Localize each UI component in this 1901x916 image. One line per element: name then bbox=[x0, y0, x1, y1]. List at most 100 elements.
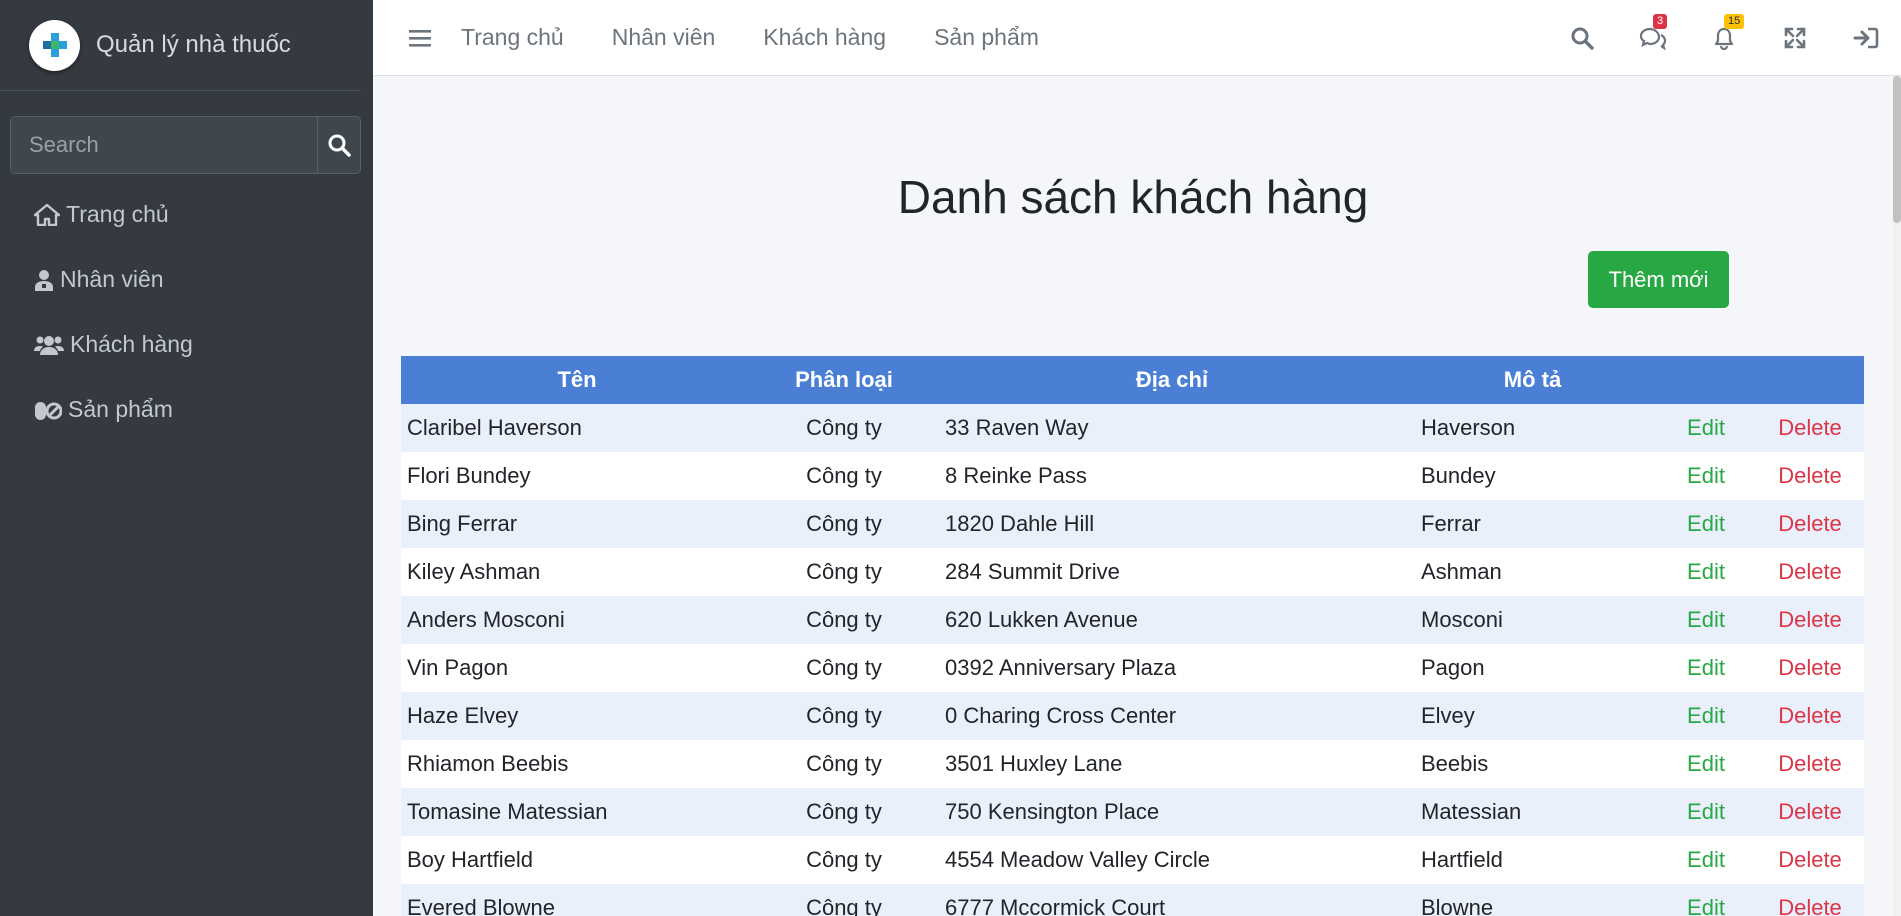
table-row: Tomasine Matessian Công ty 750 Kensingto… bbox=[401, 788, 1864, 836]
cell-description: Ashman bbox=[1409, 548, 1656, 596]
cell-type: Công ty bbox=[753, 692, 935, 740]
notifications-button[interactable]: 15 bbox=[1688, 14, 1759, 50]
cell-type: Công ty bbox=[753, 644, 935, 692]
add-new-button[interactable]: Thêm mới bbox=[1588, 251, 1729, 308]
cell-name: Evered Blowne bbox=[401, 884, 753, 916]
sign-in-icon bbox=[1853, 27, 1878, 49]
brand-name: Quản lý nhà thuốc bbox=[96, 31, 291, 58]
sidebar-toggle-button[interactable] bbox=[409, 28, 431, 48]
delete-link[interactable]: Delete bbox=[1756, 740, 1864, 788]
table-row: Vin Pagon Công ty 0392 Anniversary Plaza… bbox=[401, 644, 1864, 692]
table-header-row: Tên Phân loại Địa chỉ Mô tả bbox=[401, 356, 1864, 404]
cell-name: Tomasine Matessian bbox=[401, 788, 753, 836]
cell-name: Haze Elvey bbox=[401, 692, 753, 740]
messages-button[interactable]: 3 bbox=[1617, 14, 1688, 50]
sidebar-item-nhan-vien[interactable]: Nhân viên bbox=[0, 247, 373, 312]
edit-link[interactable]: Edit bbox=[1656, 548, 1756, 596]
cell-type: Công ty bbox=[753, 884, 935, 916]
fullscreen-button[interactable] bbox=[1759, 27, 1830, 49]
top-link-khach-hang[interactable]: Khách hàng bbox=[763, 24, 886, 51]
sidebar-item-khach-hang[interactable]: Khách hàng bbox=[0, 312, 373, 377]
delete-link[interactable]: Delete bbox=[1756, 644, 1864, 692]
delete-link[interactable]: Delete bbox=[1756, 548, 1864, 596]
edit-link[interactable]: Edit bbox=[1656, 404, 1756, 452]
cell-description: Hartfield bbox=[1409, 836, 1656, 884]
cell-name: Boy Hartfield bbox=[401, 836, 753, 884]
user-nurse-icon bbox=[35, 269, 53, 291]
cell-address: 284 Summit Drive bbox=[935, 548, 1409, 596]
sidebar-item-label: Khách hàng bbox=[70, 331, 193, 357]
edit-link[interactable]: Edit bbox=[1656, 836, 1756, 884]
sidebar-nav: Trang chủ Nhân viên Khách hàng Sản phẩm bbox=[0, 182, 373, 442]
table-row: Flori Bundey Công ty 8 Reinke Pass Bunde… bbox=[401, 452, 1864, 500]
delete-link[interactable]: Delete bbox=[1756, 404, 1864, 452]
delete-link[interactable]: Delete bbox=[1756, 692, 1864, 740]
edit-link[interactable]: Edit bbox=[1656, 596, 1756, 644]
edit-link[interactable]: Edit bbox=[1656, 644, 1756, 692]
cell-address: 750 Kensington Place bbox=[935, 788, 1409, 836]
cell-address: 1820 Dahle Hill bbox=[935, 500, 1409, 548]
cell-description: Ferrar bbox=[1409, 500, 1656, 548]
sidebar-item-label: Sản phẩm bbox=[68, 396, 173, 422]
cell-address: 4554 Meadow Valley Circle bbox=[935, 836, 1409, 884]
search-icon bbox=[328, 134, 351, 157]
column-header-delete bbox=[1756, 356, 1864, 404]
cell-name: Bing Ferrar bbox=[401, 500, 753, 548]
table-row: Bing Ferrar Công ty 1820 Dahle Hill Ferr… bbox=[401, 500, 1864, 548]
delete-link[interactable]: Delete bbox=[1756, 500, 1864, 548]
table-row: Evered Blowne Công ty 6777 Mccormick Cou… bbox=[401, 884, 1864, 916]
edit-link[interactable]: Edit bbox=[1656, 692, 1756, 740]
top-search-button[interactable] bbox=[1546, 26, 1617, 50]
edit-link[interactable]: Edit bbox=[1656, 452, 1756, 500]
cell-address: 0392 Anniversary Plaza bbox=[935, 644, 1409, 692]
column-header-description: Mô tả bbox=[1409, 356, 1656, 404]
delete-link[interactable]: Delete bbox=[1756, 596, 1864, 644]
cell-name: Claribel Haverson bbox=[401, 404, 753, 452]
search-input[interactable] bbox=[11, 117, 317, 173]
page-scrollbar-thumb[interactable] bbox=[1893, 76, 1901, 223]
cell-type: Công ty bbox=[753, 500, 935, 548]
home-icon bbox=[34, 203, 60, 226]
pills-icon bbox=[35, 401, 62, 420]
page-title: Danh sách khách hàng bbox=[897, 171, 1369, 223]
edit-link[interactable]: Edit bbox=[1656, 740, 1756, 788]
cell-type: Công ty bbox=[753, 452, 935, 500]
delete-link[interactable]: Delete bbox=[1756, 788, 1864, 836]
search-button[interactable] bbox=[317, 117, 360, 173]
cell-type: Công ty bbox=[753, 740, 935, 788]
edit-link[interactable]: Edit bbox=[1656, 884, 1756, 916]
brand-link[interactable]: Quản lý nhà thuốc bbox=[0, 0, 361, 91]
messages-badge: 3 bbox=[1653, 14, 1668, 29]
notifications-badge: 15 bbox=[1724, 14, 1745, 29]
cell-type: Công ty bbox=[753, 836, 935, 884]
hamburger-menu-icon bbox=[409, 29, 431, 47]
sidebar-item-san-pham[interactable]: Sản phẩm bbox=[0, 377, 373, 442]
delete-link[interactable]: Delete bbox=[1756, 836, 1864, 884]
cell-description: Matessian bbox=[1409, 788, 1656, 836]
cell-name: Flori Bundey bbox=[401, 452, 753, 500]
top-link-san-pham[interactable]: Sản phẩm bbox=[934, 24, 1039, 51]
table-row: Anders Mosconi Công ty 620 Lukken Avenue… bbox=[401, 596, 1864, 644]
column-header-name: Tên bbox=[401, 356, 753, 404]
cell-description: Pagon bbox=[1409, 644, 1656, 692]
table-row: Claribel Haverson Công ty 33 Raven Way H… bbox=[401, 404, 1864, 452]
cell-description: Bundey bbox=[1409, 452, 1656, 500]
logout-button[interactable] bbox=[1830, 27, 1901, 49]
top-icons: 3 15 bbox=[1546, 0, 1901, 76]
edit-link[interactable]: Edit bbox=[1656, 788, 1756, 836]
sidebar-item-trang-chu[interactable]: Trang chủ bbox=[0, 182, 373, 247]
expand-arrows-icon bbox=[1784, 27, 1805, 49]
delete-link[interactable]: Delete bbox=[1756, 452, 1864, 500]
cell-type: Công ty bbox=[753, 404, 935, 452]
sidebar-search bbox=[10, 116, 361, 174]
delete-link[interactable]: Delete bbox=[1756, 884, 1864, 916]
top-link-trang-chu[interactable]: Trang chủ bbox=[461, 24, 564, 51]
pharmacy-logo-icon bbox=[29, 19, 80, 71]
cell-name: Vin Pagon bbox=[401, 644, 753, 692]
cell-address: 6777 Mccormick Court bbox=[935, 884, 1409, 916]
edit-link[interactable]: Edit bbox=[1656, 500, 1756, 548]
top-link-nhan-vien[interactable]: Nhân viên bbox=[612, 24, 716, 51]
column-header-edit bbox=[1656, 356, 1756, 404]
cell-name: Anders Mosconi bbox=[401, 596, 753, 644]
table-row: Kiley Ashman Công ty 284 Summit Drive As… bbox=[401, 548, 1864, 596]
